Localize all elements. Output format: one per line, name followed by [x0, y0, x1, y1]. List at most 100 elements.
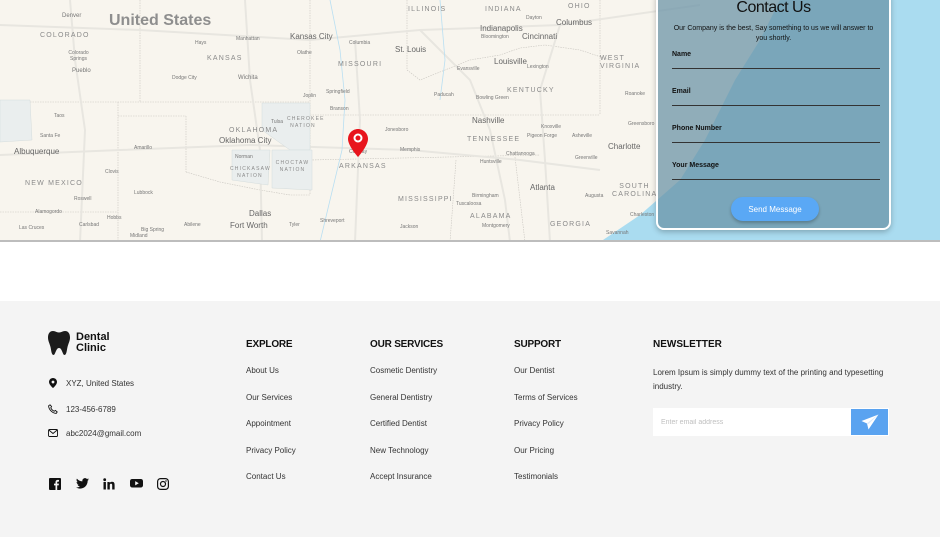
map-city-label: Tyler [289, 222, 300, 228]
footer-link-testimonials[interactable]: Testimonials [514, 472, 578, 499]
address-text: XYZ, United States [66, 378, 135, 388]
map-city-label: Nashville [472, 116, 505, 125]
map-city-label: Cincinnati [522, 32, 558, 41]
footer-link-accept-insurance[interactable]: Accept Insurance [370, 472, 443, 499]
footer-link-cosmetic-dentistry[interactable]: Cosmetic Dentistry [370, 366, 443, 393]
map-state-label: OKLAHOMA [229, 127, 279, 134]
map-state-label: WEST VIRGINIA [600, 55, 641, 70]
map-region-label: CHICKASAW NATION [230, 166, 271, 179]
map-region-label: CHOCTAW NATION [275, 160, 310, 173]
map-state-label: TENNESSEE [467, 136, 521, 143]
footer-link-privacy-policy[interactable]: Privacy Policy [514, 419, 578, 446]
footer-link-terms-of-services[interactable]: Terms of Services [514, 393, 578, 420]
map-city-label: Dallas [249, 209, 272, 218]
map-city-label: Lubbock [134, 190, 153, 196]
map-city-label: Olathe [297, 50, 312, 56]
map-city-label: Memphis [400, 147, 421, 153]
map-state-label: GEORGIA [550, 221, 592, 228]
location-pin-icon [48, 378, 58, 388]
contact-subtitle: Our Company is the best, Say something t… [673, 25, 874, 42]
map-city-label: Columbus [556, 18, 593, 27]
map-city-label: Roanoke [625, 91, 646, 97]
map-city-label: Huntsville [480, 159, 502, 165]
map-city-label: Montgomery [482, 223, 510, 229]
column-heading: OUR SERVICES [370, 339, 443, 350]
map-state-label: NEW MEXICO [25, 180, 83, 187]
map-city-label: Abilene [184, 222, 201, 228]
map-pin-icon[interactable] [348, 129, 368, 157]
newsletter-email-input[interactable] [653, 408, 851, 436]
map-city-label: Las Cruces [19, 225, 45, 231]
footer-link-our-services[interactable]: Our Services [246, 393, 296, 420]
footer-link-appointment[interactable]: Appointment [246, 419, 296, 446]
footer-column-support: SUPPORT Our Dentist Terms of Services Pr… [514, 339, 578, 499]
map-city-label: Indianapolis [480, 24, 523, 33]
footer-link-our-pricing[interactable]: Our Pricing [514, 446, 578, 473]
map-city-label: Chattanooga [506, 151, 535, 157]
map-city-label: Taos [54, 113, 65, 119]
map-city-label: Jackson [400, 224, 419, 230]
footer-link-new-technology[interactable]: New Technology [370, 446, 443, 473]
footer-link-general-dentistry[interactable]: General Dentistry [370, 393, 443, 420]
address-row: XYZ, United States [48, 378, 134, 388]
map-city-label: Asheville [572, 133, 593, 139]
linkedin-icon[interactable] [103, 478, 116, 491]
social-links [49, 478, 170, 491]
map-city-label: Kansas City [290, 32, 333, 41]
map-city-label: Midland [130, 233, 148, 239]
column-heading: SUPPORT [514, 339, 561, 350]
newsletter-form [653, 408, 889, 436]
footer-link-privacy-policy[interactable]: Privacy Policy [246, 446, 296, 473]
map-city-label: Knoxville [541, 124, 562, 130]
map-city-label: Norman [235, 154, 253, 160]
map-city-label: Tuscaloosa [456, 201, 482, 207]
youtube-icon[interactable] [130, 478, 143, 491]
footer-link-our-dentist[interactable]: Our Dentist [514, 366, 578, 393]
map-city-label: Jonesboro [385, 127, 409, 133]
message-input[interactable] [672, 170, 880, 180]
map-city-label: Santa Fe [40, 133, 61, 139]
map-city-label: Alamogordo [35, 209, 62, 215]
twitter-icon[interactable] [76, 478, 89, 491]
message-field: Your Message [672, 162, 880, 180]
map-city-label: Hays [195, 40, 207, 46]
brand-logo[interactable]: Dental Clinic [48, 331, 110, 355]
footer: Dental Clinic XYZ, United States 123-456… [0, 301, 940, 537]
email-label: Email [672, 88, 691, 95]
phone-label: Phone Number [672, 125, 722, 132]
instagram-icon[interactable] [157, 478, 170, 491]
map-city-label: Greenville [575, 155, 598, 161]
facebook-icon[interactable] [49, 478, 62, 491]
map[interactable]: United States COLORADO KANSAS MISSOURI I… [0, 0, 940, 242]
footer-link-contact-us[interactable]: Contact Us [246, 472, 296, 499]
send-message-button[interactable]: Send Message [731, 197, 819, 221]
email-input[interactable] [672, 96, 880, 106]
map-city-label: St. Louis [395, 45, 427, 54]
phone-input[interactable] [672, 133, 880, 143]
map-city-label: Branson [330, 106, 349, 112]
footer-link-certified-dentist[interactable]: Certified Dentist [370, 419, 443, 446]
footer-link-about-us[interactable]: About Us [246, 366, 296, 393]
map-city-label: Birmingham [472, 193, 499, 199]
column-heading: EXPLORE [246, 339, 293, 350]
map-city-label: Tulsa [271, 119, 284, 125]
name-field: Name [672, 51, 880, 69]
newsletter-heading: NEWSLETTER [653, 339, 722, 350]
newsletter-submit-button[interactable] [851, 409, 888, 435]
tooth-icon [48, 331, 70, 355]
email-text[interactable]: abc2024@gmail.com [66, 429, 141, 438]
map-state-label: INDIANA [485, 6, 522, 13]
map-city-label: Charleston [630, 212, 655, 218]
map-city-label: Evansville [457, 66, 480, 72]
map-city-label: Joplin [303, 93, 317, 99]
footer-column-explore: EXPLORE About Us Our Services Appointmen… [246, 339, 296, 499]
map-state-label: OHIO [568, 3, 591, 10]
email-row: abc2024@gmail.com [48, 428, 141, 438]
name-input[interactable] [672, 59, 880, 69]
phone-text[interactable]: 123-456-6789 [66, 405, 116, 414]
map-city-label: Fort Worth [230, 221, 268, 230]
map-city-label: Dodge City [172, 75, 197, 81]
map-city-label: Manhattan [236, 36, 260, 42]
map-state-label: ALABAMA [470, 213, 512, 220]
map-city-label: Atlanta [530, 183, 555, 192]
